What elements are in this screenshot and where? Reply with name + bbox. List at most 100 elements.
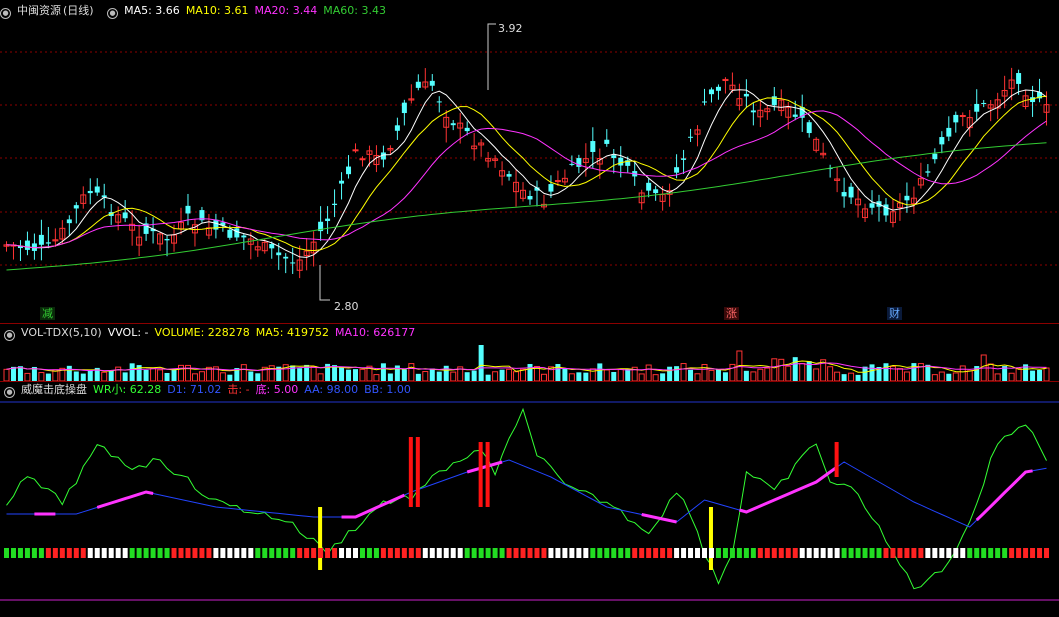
event-mark-jian[interactable]: 减 (40, 307, 55, 320)
ji-signal-bar (408, 437, 413, 507)
state-strip-cell (981, 548, 987, 558)
state-strip-cell (401, 548, 407, 558)
volume-bar (17, 366, 23, 381)
volume-bar (240, 364, 247, 381)
volume-bar (471, 370, 477, 381)
state-strip-cell (415, 548, 421, 558)
state-strip-cell (1023, 548, 1029, 558)
state-strip-cell (960, 548, 966, 558)
state-strip-cell (939, 548, 945, 558)
indicator-chart[interactable] (0, 382, 1059, 617)
volume-bar (317, 373, 324, 381)
indicator-header: ● 威魔击底操盘 WR小: 62.28 D1: 71.02 击: - 底: 5.00 AA:… (0, 383, 417, 398)
state-strip-cell (757, 548, 763, 558)
volume-bar (150, 367, 157, 381)
volume-bar (617, 368, 624, 381)
ji-signal-bar (834, 442, 839, 477)
state-strip-cell (304, 548, 310, 558)
state-strip-cell (122, 548, 128, 558)
volume-bar (645, 364, 652, 381)
state-strip-cell (750, 548, 756, 558)
volume-bar (576, 372, 582, 381)
state-strip-cell (1044, 548, 1050, 558)
state-strip-cell (534, 548, 540, 558)
volume-bar (408, 363, 415, 381)
state-strip-cell (576, 548, 582, 558)
volume-bar (966, 370, 973, 381)
aa-label: AA: 98.00 (304, 383, 359, 396)
volume-panel[interactable]: ● VOL-TDX(5,10) VVOL: - VOLUME: 228278 MA5: … (0, 324, 1059, 381)
candle-body-down (792, 114, 798, 117)
volume-bar (883, 363, 889, 381)
volume-bar (994, 373, 1001, 381)
state-strip-cell (611, 548, 617, 558)
volume-bar (87, 370, 93, 381)
volume-bar (478, 345, 484, 381)
volume-bar (80, 373, 86, 381)
vvol-label: VVOL: - (107, 326, 149, 339)
state-strip-cell (220, 548, 226, 558)
volume-bar (869, 364, 875, 381)
volume-bar (925, 364, 931, 381)
state-strip-cell (380, 548, 386, 558)
volume-bar (66, 365, 72, 381)
state-strip-cell (38, 548, 44, 558)
candlestick-chart[interactable] (0, 0, 1059, 324)
volume-bar (729, 363, 736, 381)
volume-bar (171, 368, 177, 381)
volume-bar (764, 367, 771, 381)
price-panel[interactable]: ● 中闽资源 (日线) ● MA5: 3.66 MA10: 3.61 MA20: 3.44… (0, 0, 1059, 324)
state-strip-cell (618, 548, 624, 558)
state-strip-cell (248, 548, 254, 558)
volume-bar (959, 365, 966, 381)
volume-bar (527, 364, 533, 381)
volume-bar (952, 372, 959, 381)
candle-body-down (394, 125, 400, 131)
yellow-signal-bar (318, 507, 323, 570)
state-strip-cell (87, 548, 93, 558)
state-strip-cell (799, 548, 805, 558)
event-mark-zhang[interactable]: 涨 (724, 307, 739, 320)
volume-bar (178, 364, 184, 381)
indicator-toggle-icon[interactable]: ● (107, 8, 119, 19)
state-strip-cell (241, 548, 247, 558)
candle-body-down (436, 101, 442, 103)
volume-bar (129, 363, 135, 381)
settings-circle-icon[interactable]: ● (0, 8, 11, 19)
indicator-settings-icon[interactable]: ● (4, 387, 15, 398)
volume-settings-icon[interactable]: ● (4, 330, 15, 341)
volume-bar (143, 369, 149, 381)
volume-bar (625, 368, 631, 381)
state-strip-cell (667, 548, 673, 558)
state-strip-cell (4, 548, 9, 558)
state-strip-cell (918, 548, 924, 558)
candle-body-down (38, 234, 44, 245)
volume-bar (694, 373, 701, 381)
candle-body-down (743, 93, 749, 97)
state-strip-cell (339, 548, 345, 558)
di-segment (96, 490, 154, 509)
state-strip-cell (813, 548, 819, 558)
state-strip-cell (688, 548, 694, 558)
state-strip-cell (373, 548, 379, 558)
state-strip-cell (150, 548, 156, 558)
indicator-title: 威魔击底操盘 (21, 383, 87, 396)
candle-body-down (506, 174, 512, 177)
candle-body-down (339, 180, 345, 184)
state-strip-cell (604, 548, 610, 558)
volume-bar (778, 358, 785, 381)
indicator-panel[interactable]: ● 威魔击底操盘 WR小: 62.28 D1: 71.02 击: - 底: 5.00 AA:… (0, 382, 1059, 617)
di-label: 底: 5.00 (255, 383, 299, 396)
event-mark-cai[interactable]: 财 (887, 307, 902, 320)
volume-bar (834, 371, 841, 381)
candle-body-up (352, 149, 359, 152)
volume-bar (667, 366, 673, 381)
period-label: (日线) (63, 4, 94, 17)
candle-body-down (674, 167, 680, 173)
volume-header: ● VOL-TDX(5,10) VVOL: - VOLUME: 228278 MA5: … (0, 326, 421, 341)
state-strip-cell (10, 548, 16, 558)
volume-bar (219, 372, 226, 381)
volume-bar (638, 373, 645, 381)
state-strip-cell (764, 548, 770, 558)
state-strip-cell (639, 548, 645, 558)
